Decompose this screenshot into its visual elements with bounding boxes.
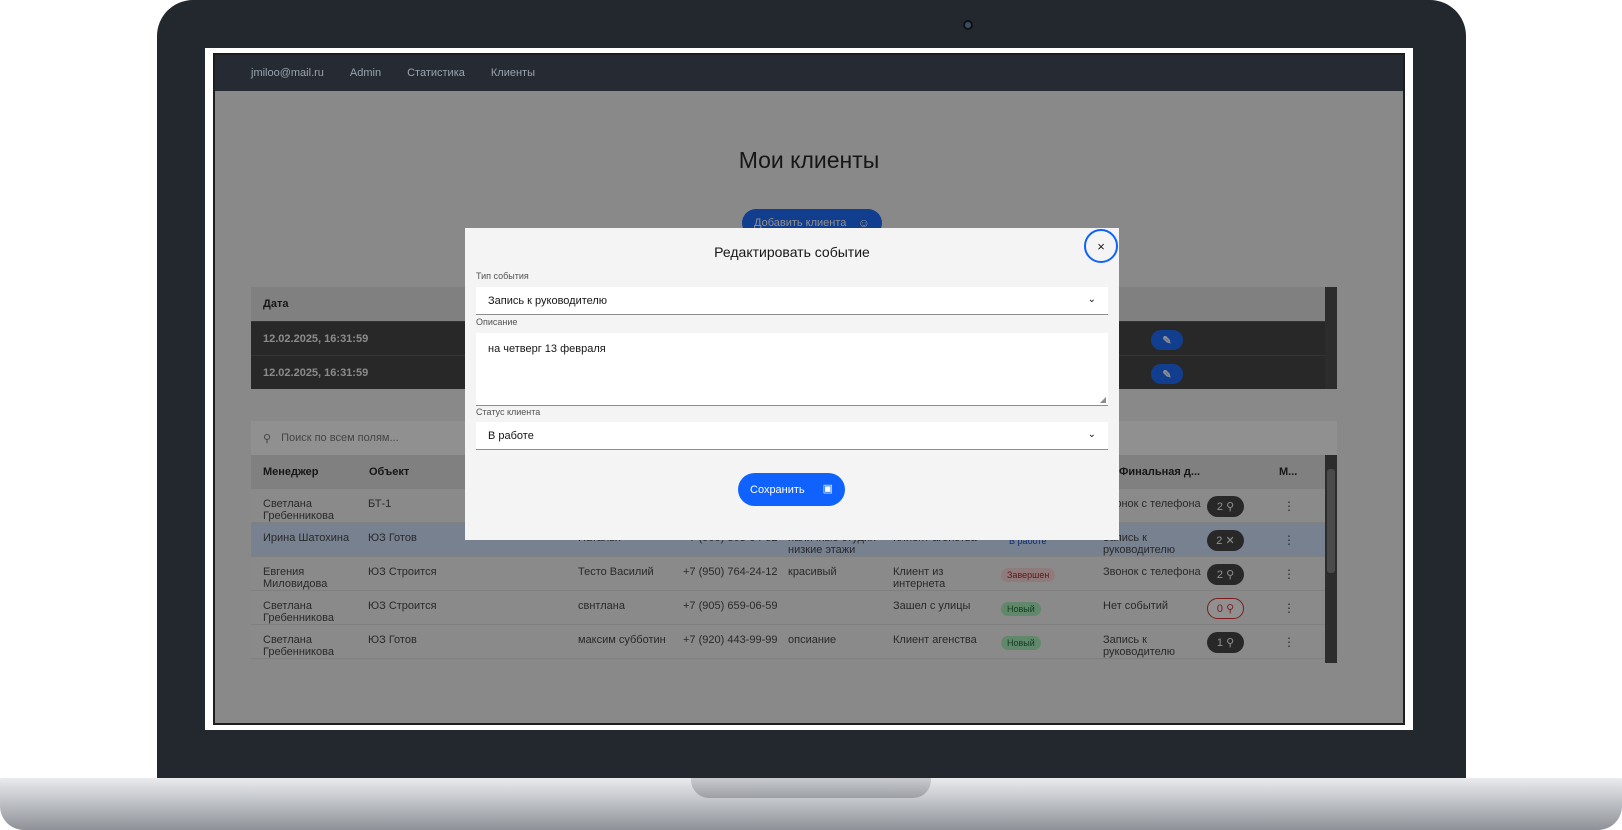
save-button[interactable]: Сохранить ▣: [738, 473, 845, 506]
camera-icon: [963, 20, 973, 30]
app-window: jmiloo@mail.ru Admin Статистика Клиенты …: [213, 53, 1405, 725]
event-type-select[interactable]: Запись к руководителю ⌄: [476, 287, 1108, 315]
save-label: Сохранить: [750, 483, 805, 496]
modal-title: Редактировать событие: [714, 244, 870, 260]
nav-admin[interactable]: Admin: [350, 67, 381, 79]
close-icon: ×: [1097, 238, 1105, 254]
client-status-label: Статус клиента: [476, 407, 541, 417]
description-textarea[interactable]: на четверг 13 февраля ◢: [476, 333, 1108, 406]
client-status-select[interactable]: В работе ⌄: [476, 422, 1108, 450]
edit-event-modal: Редактировать событие × Тип события Запи…: [465, 228, 1119, 540]
resize-handle-icon[interactable]: ◢: [1100, 395, 1106, 404]
chevron-down-icon: ⌄: [1087, 429, 1096, 440]
nav-user-email[interactable]: jmiloo@mail.ru: [251, 67, 324, 79]
laptop-notch: [691, 778, 931, 798]
event-type-value: Запись к руководителю: [488, 294, 608, 307]
client-status-value: В работе: [488, 429, 534, 442]
top-nav: jmiloo@mail.ru Admin Статистика Клиенты: [215, 55, 1403, 91]
save-icon: ▣: [822, 483, 833, 495]
chevron-down-icon: ⌄: [1087, 294, 1096, 305]
description-label: Описание: [476, 317, 518, 327]
close-button[interactable]: ×: [1084, 229, 1118, 263]
screen: jmiloo@mail.ru Admin Статистика Клиенты …: [205, 48, 1413, 730]
event-type-label: Тип события: [476, 271, 529, 281]
nav-clients[interactable]: Клиенты: [491, 67, 535, 79]
nav-statistics[interactable]: Статистика: [407, 67, 465, 79]
description-value: на четверг 13 февраля: [488, 343, 606, 355]
